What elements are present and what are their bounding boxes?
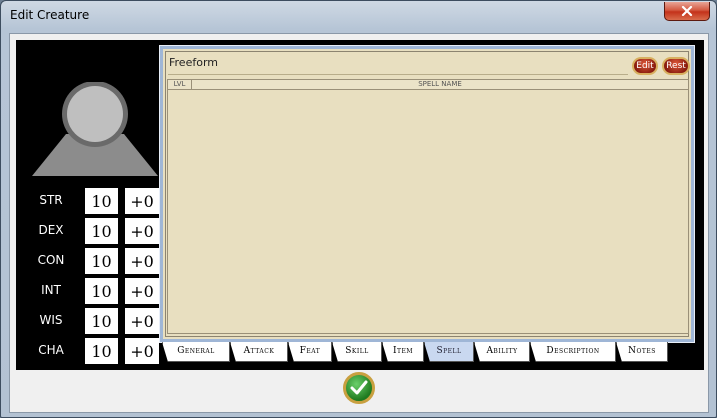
stat-modifier: +0: [125, 278, 159, 304]
edit-creature-window: Edit Creature STR 10 +0 DEX 10 +0 CON 10…: [0, 0, 717, 418]
stat-label: CON: [37, 253, 65, 267]
tab-feat[interactable]: Feat: [288, 342, 332, 362]
rest-button[interactable]: Rest: [662, 57, 690, 75]
stat-label: DEX: [38, 223, 64, 237]
tab-general[interactable]: General: [162, 342, 230, 362]
stat-label: CHA: [38, 343, 64, 357]
stat-row-con: CON 10 +0: [29, 248, 159, 274]
tab-attack[interactable]: Attack: [230, 342, 288, 362]
stat-row-wis: WIS 10 +0: [29, 308, 159, 334]
column-header-lvl[interactable]: LVL: [168, 80, 192, 89]
freeform-label: Freeform: [169, 56, 218, 69]
stat-label: STR: [39, 193, 63, 207]
stat-modifier: +0: [125, 248, 159, 274]
tab-notes[interactable]: Notes: [616, 342, 668, 362]
creature-panel: STR 10 +0 DEX 10 +0 CON 10 +0 INT 10 +0 …: [16, 40, 704, 370]
stat-label: INT: [41, 283, 61, 297]
edit-button[interactable]: Edit: [632, 57, 658, 75]
portrait-silhouette-icon[interactable]: [30, 82, 160, 178]
tab-description[interactable]: Description: [530, 342, 616, 362]
stat-row-str: STR 10 +0: [29, 188, 159, 214]
stat-modifier: +0: [125, 338, 159, 364]
tab-item[interactable]: Item: [382, 342, 424, 362]
stat-modifier: +0: [125, 308, 159, 334]
stat-modifier: +0: [125, 188, 159, 214]
stat-row-int: INT 10 +0: [29, 278, 159, 304]
stat-score-field[interactable]: 10: [85, 278, 118, 304]
tab-ability[interactable]: Ability: [474, 342, 530, 362]
tab-spell[interactable]: Spell: [424, 342, 474, 362]
tab-skill[interactable]: Skill: [332, 342, 382, 362]
spell-sheet-frame: Freeform Edit Rest LVL SPELL NAME: [165, 51, 690, 337]
spell-sheet: Freeform Edit Rest LVL SPELL NAME: [159, 45, 695, 343]
stat-score-field[interactable]: 10: [85, 338, 118, 364]
confirm-button[interactable]: [343, 372, 375, 404]
stat-row-dex: DEX 10 +0: [29, 218, 159, 244]
freeform-divider: [168, 74, 628, 75]
spell-list[interactable]: [167, 90, 689, 334]
client-area: STR 10 +0 DEX 10 +0 CON 10 +0 INT 10 +0 …: [9, 33, 709, 413]
close-icon: [681, 6, 693, 16]
stat-score-field[interactable]: 10: [85, 188, 118, 214]
window-title: Edit Creature: [10, 8, 90, 22]
close-button[interactable]: [664, 2, 710, 21]
stat-label: WIS: [39, 313, 63, 327]
stat-row-cha: CHA 10 +0: [29, 338, 159, 364]
stat-modifier: +0: [125, 218, 159, 244]
spell-list-header: LVL SPELL NAME: [167, 79, 689, 90]
stat-score-field[interactable]: 10: [85, 248, 118, 274]
checkmark-icon: [350, 380, 368, 395]
stat-score-field[interactable]: 10: [85, 308, 118, 334]
column-header-spell-name[interactable]: SPELL NAME: [192, 80, 688, 89]
stat-score-field[interactable]: 10: [85, 218, 118, 244]
